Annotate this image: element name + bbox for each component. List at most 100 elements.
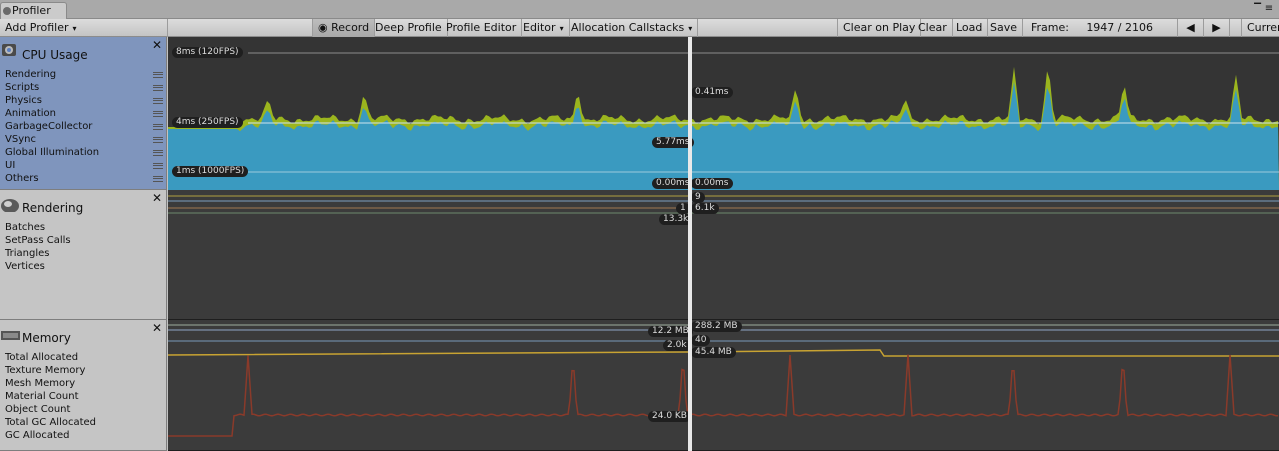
arrow-left-icon: ◀ bbox=[1186, 21, 1195, 34]
close-icon[interactable]: ✕ bbox=[152, 322, 162, 334]
legend-item-garbagecollector[interactable]: GarbageCollector bbox=[5, 120, 163, 133]
legend-item-object-count[interactable]: Object Count bbox=[5, 403, 163, 416]
legend-label: VSync bbox=[5, 134, 36, 145]
legend-item-animation[interactable]: Animation bbox=[5, 107, 163, 120]
load-button[interactable]: Load bbox=[951, 19, 989, 37]
legend-label: Mesh Memory bbox=[5, 378, 76, 389]
legend-item-total-gc-allocated[interactable]: Total GC Allocated bbox=[5, 416, 163, 429]
legend-item-triangles[interactable]: Triangles bbox=[5, 247, 163, 260]
total-gc-readout: 45.4 MB bbox=[691, 347, 736, 358]
current-frame-button[interactable]: Current bbox=[1241, 19, 1279, 37]
legend-item-gc-allocated[interactable]: GC Allocated bbox=[5, 429, 163, 442]
legend-item-others[interactable]: Others bbox=[5, 172, 163, 185]
close-icon[interactable]: ✕ bbox=[152, 192, 162, 204]
allocation-callstacks-dropdown[interactable]: Allocation Callstacks bbox=[566, 19, 699, 37]
load-label: Load bbox=[956, 21, 983, 34]
add-profiler-dropdown[interactable]: Add Profiler bbox=[0, 19, 168, 37]
drag-handle-icon[interactable] bbox=[153, 124, 163, 130]
window-tab-bar: Profiler ▔ ≡ bbox=[0, 0, 1279, 20]
drag-handle-icon[interactable] bbox=[153, 72, 163, 78]
cpu-usage-chart[interactable]: 8ms (120FPS) 4ms (250FPS) 1ms (1000FPS) … bbox=[168, 37, 1279, 190]
maximize-icon[interactable]: ▔ bbox=[1254, 3, 1261, 15]
clear-button[interactable]: Clear bbox=[913, 19, 953, 37]
sphere-icon bbox=[1, 199, 19, 212]
fps-1000-label: 1ms (1000FPS) bbox=[172, 166, 249, 177]
arrow-right-icon: ▶ bbox=[1212, 21, 1221, 34]
legend-label: Material Count bbox=[5, 391, 79, 402]
legend-label: Batches bbox=[5, 222, 46, 233]
frame-value: 1947 / 2106 bbox=[1086, 21, 1153, 34]
clear-label: Clear bbox=[918, 21, 947, 34]
legend-item-rendering[interactable]: Rendering bbox=[5, 68, 163, 81]
rendering-legend-list: Batches SetPass Calls Triangles Vertices bbox=[5, 221, 163, 273]
frame-indicator: Frame: 1947 / 2106 bbox=[1020, 19, 1178, 37]
gc-allocated-line bbox=[168, 354, 1278, 437]
rendering-panel[interactable]: Rendering ✕ Batches SetPass Calls Triang… bbox=[0, 190, 167, 320]
menu-icon[interactable]: ≡ bbox=[1263, 3, 1275, 15]
profiler-tab-icon bbox=[3, 7, 11, 15]
profiler-tab[interactable]: Profiler bbox=[0, 2, 67, 20]
gc-allocated-readout: 24.0 KB bbox=[648, 411, 691, 422]
legend-item-scripts[interactable]: Scripts bbox=[5, 81, 163, 94]
legend-label: Animation bbox=[5, 108, 56, 119]
memory-chart[interactable]: 288.2 MB 12.2 MB 40 2.0k 45.4 MB 24.0 KB bbox=[168, 320, 1279, 451]
legend-label: UI bbox=[5, 160, 16, 171]
save-label: Save bbox=[990, 21, 1018, 34]
memory-graph bbox=[168, 324, 1279, 437]
allocation-callstacks-label: Allocation Callstacks bbox=[571, 21, 685, 34]
cpu-readout-right-bottom: 0.00ms bbox=[691, 178, 733, 189]
current-label: Current bbox=[1247, 21, 1279, 34]
deep-profile-button[interactable]: Deep Profile bbox=[370, 19, 448, 37]
rendering-title: Rendering bbox=[22, 201, 84, 215]
legend-item-total-allocated[interactable]: Total Allocated bbox=[5, 351, 163, 364]
memory-chip-icon bbox=[1, 331, 20, 340]
frame-cursor[interactable] bbox=[688, 37, 692, 451]
legend-item-physics[interactable]: Physics bbox=[5, 94, 163, 107]
triangles-readout: 6.1k bbox=[691, 203, 719, 214]
legend-item-vertices[interactable]: Vertices bbox=[5, 260, 163, 273]
legend-item-batches[interactable]: Batches bbox=[5, 221, 163, 234]
record-label: Record bbox=[331, 21, 370, 34]
legend-label: Vertices bbox=[5, 261, 45, 272]
legend-item-mesh-memory[interactable]: Mesh Memory bbox=[5, 377, 163, 390]
profile-editor-button[interactable]: Profile Editor bbox=[441, 19, 523, 37]
drag-handle-icon[interactable] bbox=[153, 137, 163, 143]
clear-on-play-button[interactable]: Clear on Play bbox=[837, 19, 922, 37]
legend-label: GarbageCollector bbox=[5, 121, 93, 132]
save-button[interactable]: Save bbox=[985, 19, 1024, 37]
close-icon[interactable]: ✕ bbox=[152, 39, 162, 51]
memory-legend-list: Total Allocated Texture Memory Mesh Memo… bbox=[5, 351, 163, 442]
drag-handle-icon[interactable] bbox=[153, 176, 163, 182]
profile-editor-label: Profile Editor bbox=[446, 21, 517, 34]
drag-handle-icon[interactable] bbox=[153, 150, 163, 156]
record-button[interactable]: ◉ Record bbox=[312, 19, 376, 37]
legend-label: GC Allocated bbox=[5, 430, 70, 441]
legend-item-global-illumination[interactable]: Global Illumination bbox=[5, 146, 163, 159]
drag-handle-icon[interactable] bbox=[153, 111, 163, 117]
legend-label: Scripts bbox=[5, 82, 40, 93]
legend-label: Others bbox=[5, 173, 39, 184]
legend-label: Total GC Allocated bbox=[5, 417, 97, 428]
rendering-chart[interactable]: 9 1 6.1k 13.3k bbox=[168, 190, 1279, 320]
clear-on-play-label: Clear on Play bbox=[843, 21, 916, 34]
cpu-readout-top: 0.41ms bbox=[691, 87, 733, 98]
cpu-usage-panel[interactable]: CPU Usage ✕ Rendering Scripts Physics An… bbox=[0, 37, 167, 190]
previous-frame-button[interactable]: ◀ bbox=[1178, 19, 1204, 37]
legend-item-ui[interactable]: UI bbox=[5, 159, 163, 172]
drag-handle-icon[interactable] bbox=[153, 85, 163, 91]
drag-handle-icon[interactable] bbox=[153, 98, 163, 104]
legend-label: Total Allocated bbox=[5, 352, 79, 363]
legend-item-setpass-calls[interactable]: SetPass Calls bbox=[5, 234, 163, 247]
legend-item-material-count[interactable]: Material Count bbox=[5, 390, 163, 403]
drag-handle-icon[interactable] bbox=[153, 163, 163, 169]
profiler-tab-label: Profiler bbox=[12, 4, 51, 17]
legend-item-texture-memory[interactable]: Texture Memory bbox=[5, 364, 163, 377]
memory-panel[interactable]: Memory ✕ Total Allocated Texture Memory … bbox=[0, 320, 167, 451]
profiler-charts[interactable]: 8ms (120FPS) 4ms (250FPS) 1ms (1000FPS) … bbox=[168, 37, 1279, 451]
add-profiler-label: Add Profiler bbox=[5, 21, 69, 34]
next-frame-button[interactable]: ▶ bbox=[1204, 19, 1230, 37]
profiler-toolbar: Add Profiler ◉ Record Deep Profile Profi… bbox=[0, 19, 1279, 37]
legend-item-vsync[interactable]: VSync bbox=[5, 133, 163, 146]
cpu-scripts-area bbox=[168, 81, 1279, 190]
editor-dropdown[interactable]: Editor bbox=[518, 19, 570, 37]
